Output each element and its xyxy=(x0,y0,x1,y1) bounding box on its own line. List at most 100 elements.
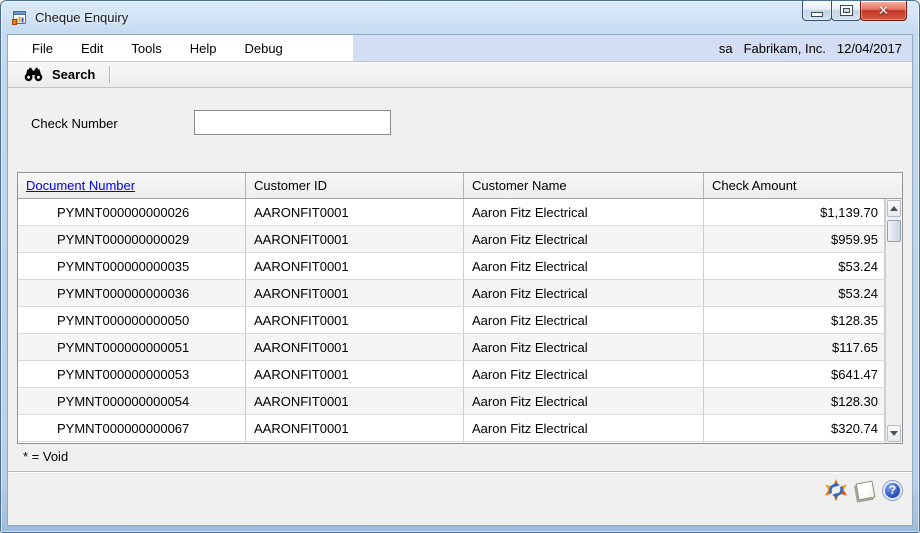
cell-document-number: PYMNT000000000054 xyxy=(18,388,246,414)
menu-item-edit[interactable]: Edit xyxy=(67,35,117,61)
window: Cheque Enquiry ✕ File Edit Tools Help De… xyxy=(0,0,920,533)
window-controls: ✕ xyxy=(803,1,907,21)
table-row[interactable]: PYMNT000000000051 AARONFIT0001 Aaron Fit… xyxy=(18,334,902,361)
cell-customer-name: Aaron Fitz Electrical xyxy=(464,199,704,225)
table-row[interactable]: PYMNT000000000054 AARONFIT0001 Aaron Fit… xyxy=(18,388,902,415)
cell-document-number: PYMNT000000000035 xyxy=(18,253,246,279)
cell-check-amount: $1,139.70 xyxy=(704,199,885,225)
menu-item-debug[interactable]: Debug xyxy=(230,35,296,61)
arrow-up-icon xyxy=(890,206,898,211)
column-header-customer-id: Customer ID xyxy=(246,173,464,198)
binoculars-icon xyxy=(24,67,43,82)
scroll-thumb[interactable] xyxy=(887,220,901,242)
cell-customer-id: AARONFIT0001 xyxy=(246,253,464,279)
table-row[interactable]: PYMNT000000000050 AARONFIT0001 Aaron Fit… xyxy=(18,307,902,334)
help-icon: ? xyxy=(883,481,902,500)
vertical-scrollbar[interactable] xyxy=(885,199,902,443)
close-button[interactable]: ✕ xyxy=(860,1,907,21)
scroll-down-button[interactable] xyxy=(887,425,901,442)
cell-document-number: PYMNT000000000067 xyxy=(18,415,246,441)
help-glyph: ? xyxy=(889,483,896,497)
cell-check-amount: $128.35 xyxy=(704,307,885,333)
cell-check-amount: $53.24 xyxy=(704,253,885,279)
search-button[interactable]: Search xyxy=(18,65,101,84)
check-number-input[interactable] xyxy=(194,110,391,135)
cell-customer-name: Aaron Fitz Electrical xyxy=(464,280,704,306)
cheque-table: Document Number Customer ID Customer Nam… xyxy=(17,172,903,444)
session-info: sa Fabrikam, Inc. 12/04/2017 xyxy=(353,35,912,61)
maximize-button[interactable] xyxy=(831,1,861,21)
minimize-icon xyxy=(812,13,822,16)
window-title: Cheque Enquiry xyxy=(35,10,128,25)
table-row[interactable]: PYMNT000000000067 AARONFIT0001 Aaron Fit… xyxy=(18,415,902,442)
footer-divider xyxy=(8,471,912,472)
cell-document-number: PYMNT000000000053 xyxy=(18,361,246,387)
session-company: Fabrikam, Inc. xyxy=(744,41,826,56)
cell-check-amount: $959.95 xyxy=(704,226,885,252)
cell-customer-id: AARONFIT0001 xyxy=(246,334,464,360)
menu-bar: File Edit Tools Help Debug sa Fabrikam, … xyxy=(8,35,912,62)
cell-document-number: PYMNT000000000036 xyxy=(18,280,246,306)
note-button[interactable] xyxy=(857,482,874,499)
cell-customer-name: Aaron Fitz Electrical xyxy=(464,226,704,252)
cell-customer-id: AARONFIT0001 xyxy=(246,388,464,414)
cell-customer-id: AARONFIT0001 xyxy=(246,280,464,306)
titlebar: Cheque Enquiry ✕ xyxy=(1,1,919,34)
cell-customer-name: Aaron Fitz Electrical xyxy=(464,334,704,360)
cell-customer-name: Aaron Fitz Electrical xyxy=(464,307,704,333)
cell-customer-id: AARONFIT0001 xyxy=(246,226,464,252)
table-header-cell: Document Number xyxy=(18,173,246,198)
table-row[interactable]: PYMNT000000000035 AARONFIT0001 Aaron Fit… xyxy=(18,253,902,280)
session-user: sa xyxy=(719,41,733,56)
cell-customer-id: AARONFIT0001 xyxy=(246,415,464,441)
cell-document-number: PYMNT000000000026 xyxy=(18,199,246,225)
window-icon[interactable] xyxy=(12,10,28,26)
session-date: 12/04/2017 xyxy=(837,41,902,56)
minimize-button[interactable] xyxy=(802,1,832,21)
cell-customer-name: Aaron Fitz Electrical xyxy=(464,388,704,414)
scroll-up-button[interactable] xyxy=(887,200,901,217)
table-row[interactable]: PYMNT000000000053 AARONFIT0001 Aaron Fit… xyxy=(18,361,902,388)
toolbar: Search xyxy=(8,62,912,88)
cell-document-number: PYMNT000000000029 xyxy=(18,226,246,252)
cell-check-amount: $53.24 xyxy=(704,280,885,306)
menu-item-tools[interactable]: Tools xyxy=(117,35,175,61)
menu-items: File Edit Tools Help Debug xyxy=(8,35,353,61)
cell-customer-id: AARONFIT0001 xyxy=(246,307,464,333)
menu-item-help[interactable]: Help xyxy=(176,35,231,61)
void-note: * = Void xyxy=(23,449,68,464)
redisplay-button[interactable] xyxy=(824,479,848,501)
bottom-icon-bar: ? xyxy=(824,479,902,501)
cell-customer-name: Aaron Fitz Electrical xyxy=(464,415,704,441)
search-button-label: Search xyxy=(52,67,95,82)
table-row[interactable]: PYMNT000000000029 AARONFIT0001 Aaron Fit… xyxy=(18,226,902,253)
table-row[interactable]: PYMNT000000000026 AARONFIT0001 Aaron Fit… xyxy=(18,199,902,226)
table-header: Document Number Customer ID Customer Nam… xyxy=(18,173,902,199)
cell-customer-name: Aaron Fitz Electrical xyxy=(464,253,704,279)
cell-document-number: PYMNT000000000051 xyxy=(18,334,246,360)
client-area: File Edit Tools Help Debug sa Fabrikam, … xyxy=(7,34,913,526)
maximize-icon xyxy=(841,6,852,15)
check-number-label: Check Number xyxy=(31,116,118,131)
cell-document-number: PYMNT000000000050 xyxy=(18,307,246,333)
cell-customer-id: AARONFIT0001 xyxy=(246,361,464,387)
close-icon: ✕ xyxy=(878,3,889,19)
column-header-document-number[interactable]: Document Number xyxy=(26,178,135,193)
scroll-track[interactable] xyxy=(886,218,902,424)
cell-customer-id: AARONFIT0001 xyxy=(246,199,464,225)
redisplay-icon xyxy=(824,479,848,501)
cell-check-amount: $641.47 xyxy=(704,361,885,387)
cell-check-amount: $117.65 xyxy=(704,334,885,360)
column-header-check-amount: Check Amount xyxy=(704,173,902,198)
table-row[interactable]: PYMNT000000000036 AARONFIT0001 Aaron Fit… xyxy=(18,280,902,307)
help-button[interactable]: ? xyxy=(883,481,902,500)
column-header-customer-name: Customer Name xyxy=(464,173,704,198)
arrow-down-icon xyxy=(890,431,898,436)
cell-customer-name: Aaron Fitz Electrical xyxy=(464,361,704,387)
menu-item-file[interactable]: File xyxy=(18,35,67,61)
cell-check-amount: $320.74 xyxy=(704,415,885,441)
note-icon xyxy=(856,480,876,500)
table-body: PYMNT000000000026 AARONFIT0001 Aaron Fit… xyxy=(18,199,902,443)
window-body: Check Number Document Number Customer ID… xyxy=(8,88,912,525)
toolbar-separator xyxy=(109,66,110,83)
